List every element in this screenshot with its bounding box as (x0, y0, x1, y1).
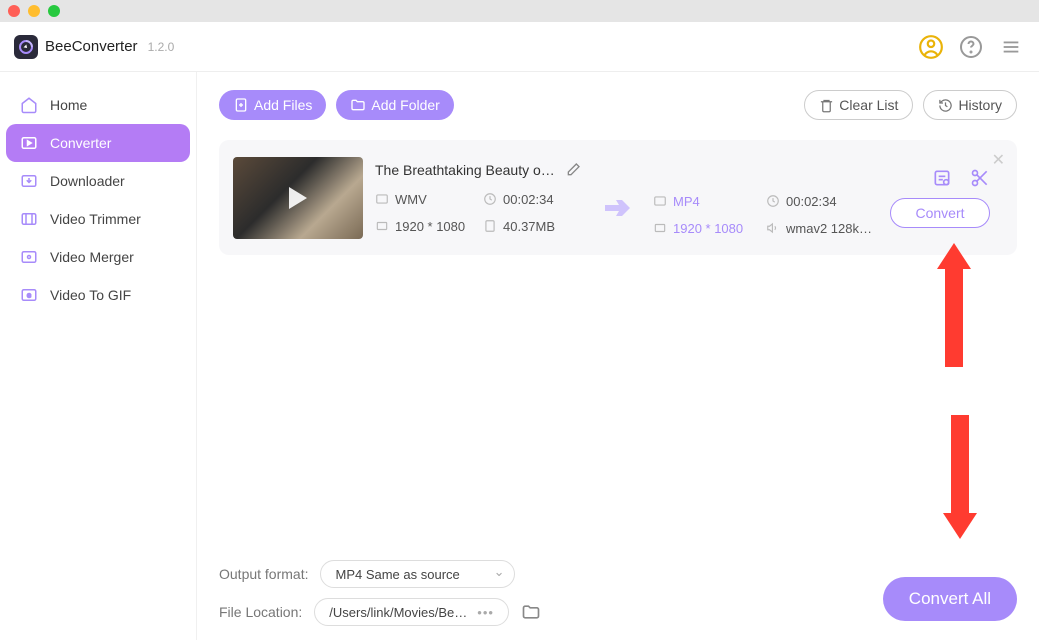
file-output-info: MP4 00:02:34 1920 * 1080 wmav2 128k… (653, 160, 873, 236)
sidebar: Home Converter Downloader Video Trimmer … (0, 72, 197, 640)
footer-bar: Output format: MP4 Same as source File L… (219, 560, 1017, 626)
app-name: BeeConverter (45, 38, 138, 55)
sidebar-item-label: Video Trimmer (50, 211, 141, 227)
close-window-icon[interactable] (8, 5, 20, 17)
home-icon (18, 94, 40, 116)
sidebar-item-label: Video Merger (50, 249, 134, 265)
clear-list-button[interactable]: Clear List (804, 90, 913, 120)
app-header: BeeConverter 1.2.0 (0, 22, 1039, 72)
audio-icon (766, 221, 780, 235)
maximize-window-icon[interactable] (48, 5, 60, 17)
open-folder-icon[interactable] (521, 602, 541, 622)
convert-button[interactable]: Convert (890, 198, 990, 228)
sidebar-item-home[interactable]: Home (6, 86, 190, 124)
toolbar: Add Files Add Folder Clear List History (219, 90, 1017, 120)
video-icon (375, 192, 389, 206)
window-titlebar (0, 0, 1039, 22)
main-content: Add Files Add Folder Clear List History … (197, 72, 1039, 640)
annotation-arrow-up (945, 267, 963, 367)
annotation-arrow-down (951, 415, 969, 515)
menu-icon[interactable] (997, 33, 1025, 61)
svg-text:G: G (27, 293, 31, 299)
more-icon[interactable]: ••• (477, 605, 494, 620)
gif-icon: G (18, 284, 40, 306)
file-input-info: The Breathtaking Beauty of N… WMV 00:02:… (375, 162, 585, 234)
account-icon[interactable] (917, 33, 945, 61)
file-location-label: File Location: (219, 604, 302, 620)
download-icon (18, 170, 40, 192)
output-resolution-select[interactable]: 1920 * 1080 (673, 221, 743, 236)
converter-icon (18, 132, 40, 154)
help-icon[interactable] (957, 33, 985, 61)
sidebar-item-merger[interactable]: Video Merger (6, 238, 190, 276)
scissors-icon[interactable] (970, 168, 990, 188)
output-format-label: Output format: (219, 566, 308, 582)
sidebar-item-converter[interactable]: Converter (6, 124, 190, 162)
add-folder-button[interactable]: Add Folder (336, 90, 453, 120)
history-icon (938, 98, 953, 113)
history-button[interactable]: History (923, 90, 1017, 120)
trimmer-icon (18, 208, 40, 230)
remove-file-icon[interactable]: ✕ (992, 150, 1005, 170)
card-actions: Convert (885, 168, 990, 228)
sidebar-item-label: Downloader (50, 173, 125, 189)
merger-icon (18, 246, 40, 268)
output-format-select[interactable]: MP4 (673, 194, 700, 209)
output-format-dropdown[interactable]: MP4 Same as source (320, 560, 515, 588)
subtitle-icon[interactable] (932, 168, 952, 188)
play-icon (289, 187, 307, 209)
minimize-window-icon[interactable] (28, 5, 40, 17)
convert-all-button[interactable]: Convert All (883, 577, 1017, 621)
folder-plus-icon (350, 97, 366, 113)
resolution-icon (375, 219, 389, 233)
resolution-icon (653, 221, 667, 235)
sidebar-item-label: Converter (50, 135, 111, 151)
add-files-button[interactable]: Add Files (219, 90, 326, 120)
clock-icon (483, 192, 497, 206)
app-logo (14, 35, 38, 59)
trash-icon (819, 98, 834, 113)
video-thumbnail[interactable] (233, 157, 363, 239)
app-version: 1.2.0 (148, 40, 175, 54)
filesize-icon (483, 219, 497, 233)
sidebar-item-downloader[interactable]: Downloader (6, 162, 190, 200)
arrow-right-icon (605, 178, 633, 218)
file-location-field[interactable]: /Users/link/Movies/BeeC ••• (314, 598, 509, 626)
sidebar-item-gif[interactable]: G Video To GIF (6, 276, 190, 314)
file-plus-icon (233, 97, 249, 113)
sidebar-item-label: Video To GIF (50, 287, 131, 303)
sidebar-item-label: Home (50, 97, 87, 113)
sidebar-item-trimmer[interactable]: Video Trimmer (6, 200, 190, 238)
edit-icon[interactable] (565, 162, 581, 178)
file-card: ✕ The Breathtaking Beauty of N… WMV 00:0… (219, 140, 1017, 255)
file-title: The Breathtaking Beauty of N… (375, 162, 555, 178)
clock-icon (766, 194, 780, 208)
video-icon (653, 194, 667, 208)
